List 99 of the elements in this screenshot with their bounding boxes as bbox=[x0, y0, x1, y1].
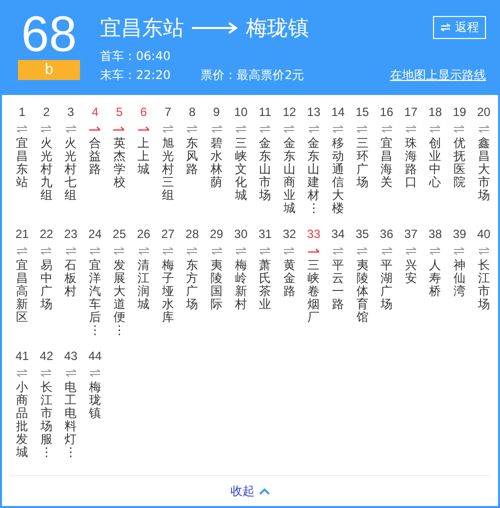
stop-name[interactable]: 旭光村三组 bbox=[162, 137, 174, 202]
stop-number: 24 bbox=[88, 227, 102, 241]
stop-number: 22 bbox=[40, 227, 54, 241]
stop-name[interactable]: 碧水林荫 bbox=[210, 137, 223, 189]
stop-number: 35 bbox=[356, 227, 369, 241]
stop-number: 31 bbox=[258, 227, 272, 241]
stop-number: 14 bbox=[331, 105, 345, 119]
stop-number: 33 bbox=[307, 227, 320, 241]
stop-name[interactable]: 鑫昌大市场 bbox=[478, 137, 490, 202]
stop-number: 10 bbox=[234, 105, 248, 119]
stop-name[interactable]: 三峡文化城 bbox=[234, 137, 247, 202]
stop-number: 3 bbox=[67, 105, 74, 119]
arrow-icon bbox=[192, 22, 238, 34]
stop-number: 39 bbox=[452, 227, 466, 241]
stop-number: 25 bbox=[112, 227, 126, 241]
stop-number: 30 bbox=[234, 227, 248, 241]
stop-name[interactable]: 东方广场 bbox=[186, 259, 198, 311]
stop-number: 26 bbox=[136, 227, 150, 241]
stop-number: 4 bbox=[92, 105, 98, 119]
collapse-link[interactable]: 收起 bbox=[224, 482, 276, 500]
stop-name[interactable]: 神仙湾 bbox=[453, 259, 466, 298]
stop-number: 11 bbox=[258, 105, 272, 119]
swap-arrows-icon bbox=[440, 23, 451, 32]
stop-number: 20 bbox=[477, 105, 490, 119]
route-number: 68 bbox=[21, 8, 77, 60]
stop-name[interactable]: 黄金路 bbox=[283, 259, 296, 298]
stop-name[interactable]: 石板村 bbox=[64, 259, 77, 298]
stop-name[interactable]: 金东山市场 bbox=[259, 137, 272, 202]
stop-name[interactable]: 英杰学校 bbox=[113, 137, 126, 189]
route-variant-badge: b bbox=[18, 60, 80, 80]
stop-number: 23 bbox=[64, 227, 78, 241]
stop-name[interactable]: 创业中心 bbox=[429, 137, 442, 189]
stop-number: 29 bbox=[210, 227, 224, 241]
stop-name[interactable]: 上上城 bbox=[138, 137, 150, 176]
stop-name[interactable]: 梅子垭水库 bbox=[162, 259, 174, 324]
stop-number: 5 bbox=[116, 105, 123, 119]
stop-name[interactable]: 清江润城 bbox=[138, 259, 150, 311]
stop-number: 43 bbox=[64, 349, 78, 363]
stop-name[interactable]: 金东山建材⋮ bbox=[308, 137, 320, 215]
stop-name[interactable]: 兴安 bbox=[404, 259, 417, 285]
stop-name[interactable]: 夷陵国际 bbox=[210, 259, 223, 311]
stop-number: 12 bbox=[282, 105, 296, 119]
stop-number: 2 bbox=[43, 105, 50, 119]
stop-name[interactable]: 移动通信大楼 bbox=[332, 137, 344, 215]
stop-name[interactable]: 宜昌东站 bbox=[16, 137, 28, 189]
stop-name[interactable]: 萧氏茶业 bbox=[259, 259, 272, 311]
stop-number: 34 bbox=[331, 227, 345, 241]
first-bus-time: 首车：06:40 bbox=[100, 48, 172, 65]
stop-name[interactable]: 电工电料灯⋮ bbox=[64, 381, 77, 459]
stop-number: 6 bbox=[140, 105, 147, 119]
stop-name[interactable]: 长江市场服⋮ bbox=[40, 381, 52, 459]
stop-number: 44 bbox=[88, 349, 102, 363]
stop-name[interactable]: 宜昌高新区 bbox=[16, 259, 28, 324]
stop-name[interactable]: 小商品批发城 bbox=[16, 381, 28, 459]
stop-number: 16 bbox=[380, 105, 394, 119]
stop-name[interactable]: 三峡卷烟厂 bbox=[308, 259, 320, 324]
last-bus-time: 末车：22:20 bbox=[100, 67, 171, 84]
stop-number: 21 bbox=[15, 227, 29, 241]
stop-name[interactable]: 平云一路 bbox=[332, 259, 344, 311]
fare-text: 票价：最高票价2元 bbox=[200, 67, 304, 84]
stop-name[interactable]: 平湖广场 bbox=[380, 259, 393, 311]
stop-number: 7 bbox=[164, 105, 172, 119]
stop-name[interactable]: 火光村七组 bbox=[64, 137, 77, 202]
stop-name[interactable]: 长江市场 bbox=[478, 259, 490, 311]
origin-stop: 宜昌东站 bbox=[100, 14, 184, 42]
stop-number: 42 bbox=[40, 349, 54, 363]
stop-name[interactable]: 宜洋汽车后⋮ bbox=[89, 259, 102, 337]
chevron-up-icon bbox=[258, 488, 270, 494]
stop-name[interactable]: 人寿桥 bbox=[429, 259, 442, 298]
stop-number: 41 bbox=[15, 349, 29, 363]
stop-number: 1 bbox=[18, 105, 26, 119]
stop-name[interactable]: 夷陵体育馆 bbox=[356, 259, 368, 324]
stop-number: 18 bbox=[428, 105, 442, 119]
stop-name[interactable]: 宜昌海关 bbox=[380, 137, 393, 189]
stop-number: 17 bbox=[404, 105, 418, 119]
stop-name[interactable]: 优抚医院 bbox=[453, 137, 466, 189]
stop-number: 19 bbox=[452, 105, 466, 119]
stop-name[interactable]: 火光村九组 bbox=[40, 137, 52, 202]
stop-name[interactable]: 发展大道便⋮ bbox=[113, 259, 126, 337]
stop-number: 15 bbox=[356, 105, 369, 119]
stop-number: 9 bbox=[213, 105, 220, 119]
stop-number: 36 bbox=[380, 227, 394, 241]
stop-name[interactable]: 三环广场 bbox=[356, 137, 368, 189]
stop-number: 28 bbox=[186, 227, 199, 241]
stop-name[interactable]: 梅岭新村 bbox=[234, 259, 247, 311]
stop-number: 37 bbox=[404, 227, 418, 241]
stop-number: 38 bbox=[428, 227, 442, 241]
stop-name[interactable]: 金东山商业城 bbox=[283, 137, 296, 215]
stop-name[interactable]: 合益路 bbox=[89, 137, 102, 176]
stop-name[interactable]: 珠海路口 bbox=[404, 137, 417, 189]
stop-number: 40 bbox=[477, 227, 490, 241]
stop-name[interactable]: 梅珑镇 bbox=[89, 381, 102, 420]
stop-name[interactable]: 易中广场 bbox=[40, 259, 52, 311]
stop-name[interactable]: 东风路 bbox=[186, 137, 198, 176]
stop-number: 13 bbox=[307, 105, 320, 119]
stop-number: 27 bbox=[161, 227, 175, 241]
stop-number: 8 bbox=[188, 105, 196, 119]
destination-stop: 梅珑镇 bbox=[246, 14, 309, 42]
stop-number: 32 bbox=[282, 227, 296, 241]
